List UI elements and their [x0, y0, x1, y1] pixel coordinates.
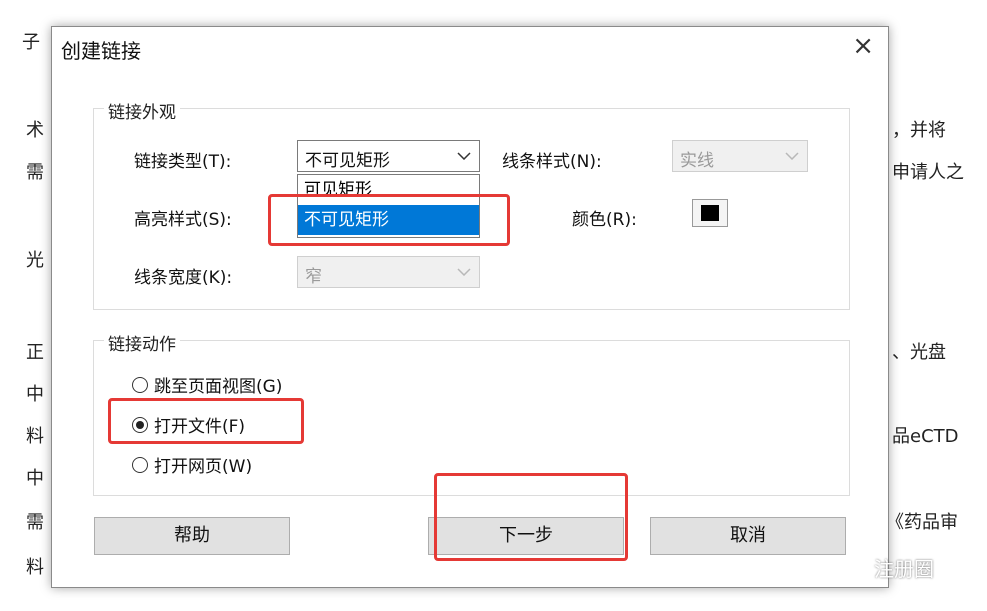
- bg-fragment: 中: [26, 468, 44, 489]
- link-type-value: 不可见矩形: [305, 151, 390, 171]
- bg-fragment: 术: [26, 120, 44, 141]
- appearance-legend: 链接外观: [104, 98, 180, 123]
- close-button[interactable]: ×: [852, 31, 874, 61]
- radio-button: [132, 376, 148, 393]
- radio-button-checked: [132, 416, 148, 433]
- radio-label: 打开文件(F): [154, 417, 246, 437]
- radio-goto-page-view[interactable]: 跳至页面视图(G): [132, 372, 282, 397]
- chevron-down-icon: [777, 141, 807, 171]
- bg-fragment: 、光盘: [892, 342, 946, 363]
- dropdown-option-selected[interactable]: 不可见矩形: [298, 205, 479, 235]
- chevron-down-icon: [449, 141, 479, 171]
- line-width-select[interactable]: 窄: [297, 256, 480, 288]
- bg-fragment: 料: [26, 557, 44, 578]
- create-link-dialog: 创建链接 × 链接外观 链接类型(T): 不可见矩形 线条样式(N): 实线 高…: [51, 26, 889, 588]
- chevron-down-icon: [449, 257, 479, 287]
- line-style-label: 线条样式(N):: [502, 152, 602, 172]
- radio-button: [132, 456, 148, 473]
- cancel-button[interactable]: 取消: [650, 517, 846, 555]
- line-width-label: 线条宽度(K):: [134, 268, 233, 288]
- bg-fragment: 《药品审: [886, 512, 958, 533]
- bg-fragment: 正: [26, 342, 44, 363]
- next-button[interactable]: 下一步: [428, 517, 624, 555]
- radio-open-file[interactable]: 打开文件(F): [132, 412, 245, 437]
- link-type-label: 链接类型(T):: [134, 152, 232, 172]
- close-icon: ×: [852, 31, 874, 61]
- color-picker-button[interactable]: [692, 199, 728, 227]
- color-label: 颜色(R):: [572, 210, 637, 230]
- bg-fragment: 品eCTD: [892, 426, 959, 447]
- radio-label: 打开网页(W): [154, 457, 253, 477]
- link-type-dropdown-list: 可见矩形 不可见矩形: [297, 174, 480, 238]
- line-style-select[interactable]: 实线: [672, 140, 808, 172]
- bg-fragment: 料: [26, 426, 44, 447]
- action-legend: 链接动作: [104, 330, 180, 355]
- dropdown-option[interactable]: 可见矩形: [298, 177, 479, 205]
- color-swatch: [701, 205, 719, 221]
- bg-fragment: 光: [26, 250, 44, 271]
- dialog-title: 创建链接: [61, 39, 141, 63]
- bg-fragment: 中: [26, 384, 44, 405]
- link-type-select[interactable]: 不可见矩形: [297, 140, 480, 172]
- watermark-text: 注册圈: [874, 557, 934, 581]
- bg-fragment: 子: [22, 32, 40, 53]
- line-style-value: 实线: [680, 151, 714, 171]
- bg-fragment: 申请人之: [892, 162, 964, 183]
- help-button[interactable]: 帮助: [94, 517, 290, 555]
- radio-label: 跳至页面视图(G): [154, 377, 283, 397]
- radio-open-web-page[interactable]: 打开网页(W): [132, 452, 252, 477]
- bg-fragment: 需: [26, 512, 44, 533]
- bg-fragment: 需: [26, 162, 44, 183]
- bg-fragment: ，并将: [892, 120, 946, 141]
- highlight-style-label: 高亮样式(S):: [134, 210, 232, 230]
- watermark: 注册圈: [838, 553, 934, 582]
- wechat-icon: [838, 556, 867, 578]
- line-width-value: 窄: [305, 267, 322, 287]
